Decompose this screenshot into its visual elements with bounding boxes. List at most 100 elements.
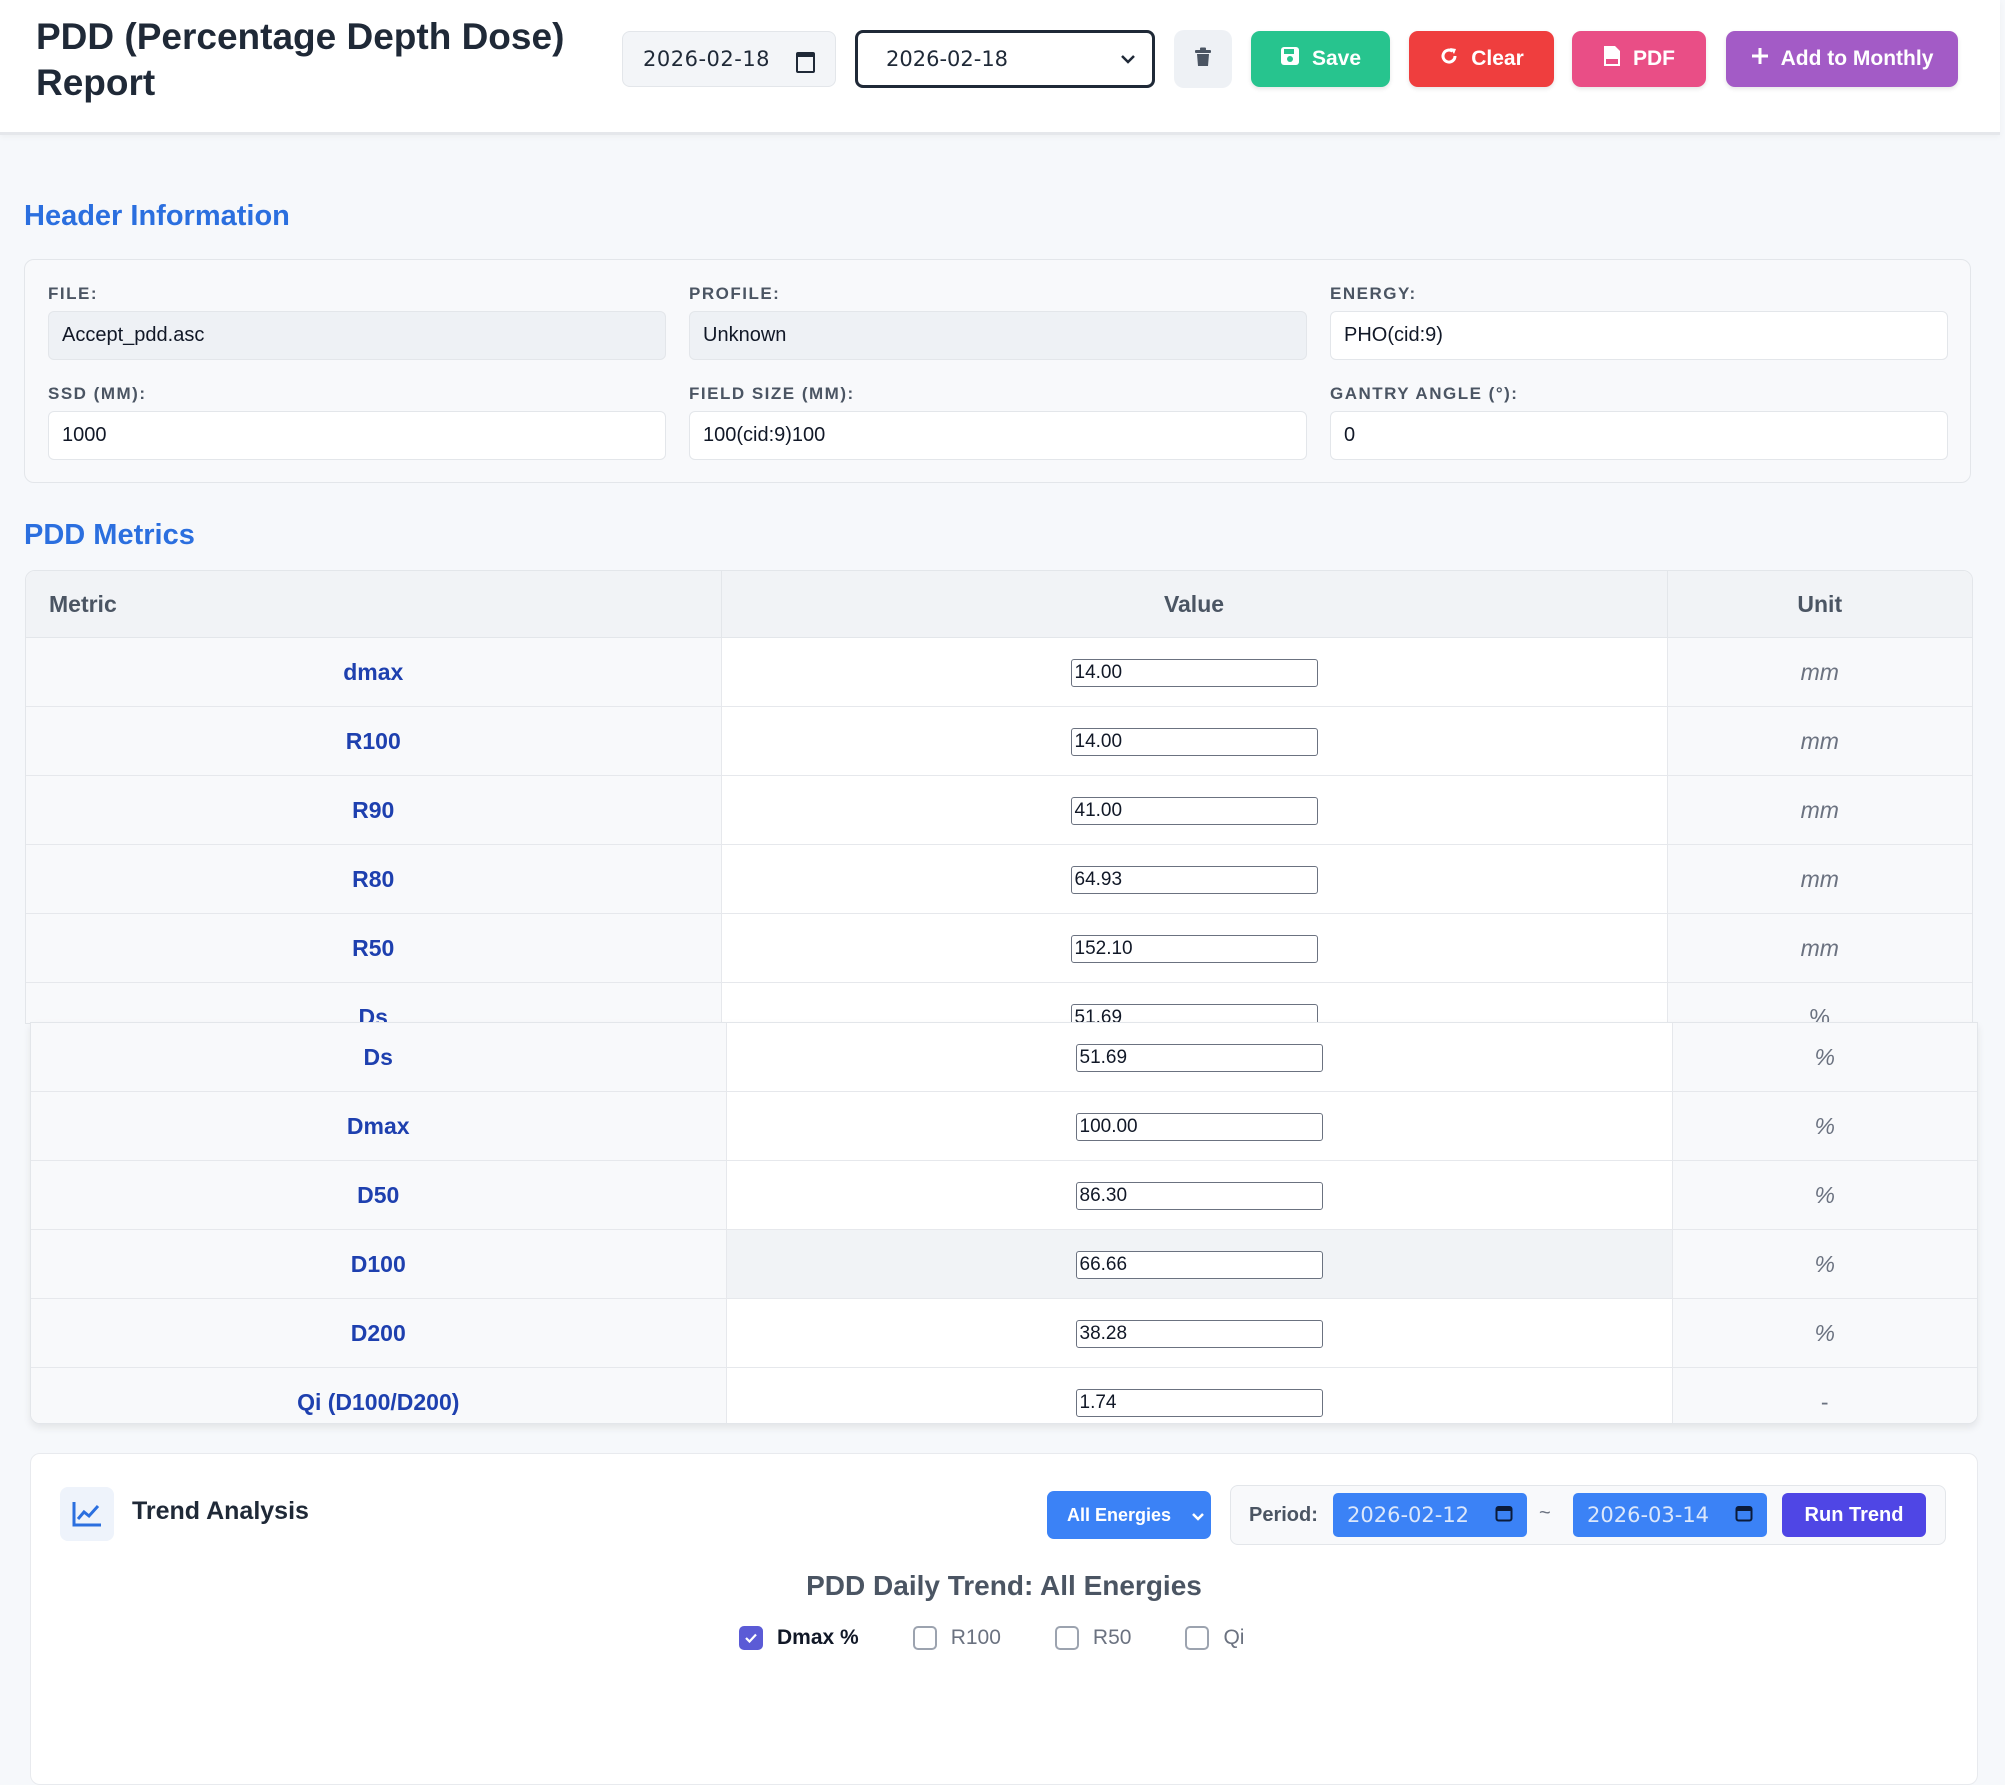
metric-unit: % — [1667, 982, 1972, 1023]
value-column-header: Value — [721, 571, 1668, 638]
toggle-dmax[interactable]: Dmax % — [739, 1626, 859, 1650]
metric-value-input[interactable]: 152.10 — [1070, 935, 1318, 963]
report-date-input[interactable]: 2026-02-18 — [622, 31, 836, 87]
add-to-monthly-button[interactable]: Add to Monthly — [1726, 31, 1958, 87]
metric-value-input[interactable]: 14.00 — [1070, 728, 1318, 756]
metrics-table: Metric Value Unit dmax 14.00 mm R100 14.… — [25, 570, 1973, 1024]
metric-value-cell: 66.66 — [726, 1229, 1673, 1299]
trend-analysis-title: Trend Analysis — [132, 1497, 309, 1525]
metric-value-input[interactable]: 41.00 — [1070, 797, 1318, 825]
header-info-title: Header Information — [24, 200, 290, 232]
delete-button[interactable] — [1174, 30, 1232, 88]
period-start-input[interactable]: 2026-02-12 — [1333, 1493, 1527, 1537]
table-row: D50 86.30 % — [31, 1160, 1977, 1230]
saved-date-select[interactable]: 2026-02-18 — [855, 30, 1155, 88]
trend-analysis-card: Trend Analysis All Energies Period: 2026… — [30, 1453, 1978, 1785]
gantry-angle-field[interactable]: 0 — [1330, 411, 1948, 460]
header-info-card: FILE: Accept_pdd.asc PROFILE: Unknown EN… — [24, 259, 1971, 483]
pdf-button[interactable]: PDF — [1572, 31, 1706, 87]
calendar-icon[interactable] — [795, 49, 815, 73]
energy-label: ENERGY: — [1330, 284, 1417, 303]
line-chart-icon — [60, 1487, 114, 1541]
table-row: Qi (D100/D200) 1.74 - — [31, 1367, 1977, 1423]
refresh-icon — [1439, 46, 1459, 72]
trash-icon — [1194, 47, 1212, 72]
metric-value-cell: 152.10 — [721, 913, 1668, 983]
metric-unit: mm — [1667, 775, 1972, 845]
chevron-down-icon — [1120, 50, 1136, 68]
metric-unit: - — [1672, 1367, 1977, 1423]
metric-value-cell: 1.74 — [726, 1367, 1673, 1423]
table-row: Ds 51.69 % — [31, 1023, 1977, 1092]
checkbox[interactable] — [1185, 1626, 1210, 1650]
toggle-qi[interactable]: Qi — [1185, 1626, 1244, 1650]
profile-label: PROFILE: — [689, 284, 781, 303]
metric-name: D200 — [31, 1298, 727, 1368]
metric-value-cell: 51.69 — [726, 1023, 1673, 1092]
period-label: Period: — [1249, 1504, 1318, 1526]
run-trend-button[interactable]: Run Trend — [1782, 1493, 1926, 1537]
metric-name: Ds — [26, 982, 722, 1023]
metric-value-input[interactable]: 100.00 — [1075, 1113, 1323, 1141]
save-button[interactable]: Save — [1251, 31, 1390, 87]
metric-value-input[interactable]: 51.69 — [1070, 1004, 1318, 1023]
unit-column-header: Unit — [1667, 571, 1972, 638]
metric-unit: % — [1672, 1023, 1977, 1092]
period-end-value: 2026-03-14 — [1587, 1503, 1710, 1527]
checkbox[interactable] — [912, 1626, 937, 1650]
metric-value-input[interactable]: 14.00 — [1070, 659, 1318, 687]
toggle-r50[interactable]: R50 — [1054, 1626, 1132, 1650]
metric-name: D50 — [31, 1160, 727, 1230]
energy-filter-select[interactable]: All Energies — [1047, 1491, 1211, 1539]
metric-value-input[interactable]: 64.93 — [1070, 866, 1318, 894]
metric-name: R80 — [26, 844, 722, 914]
saved-date-value: 2026-02-18 — [886, 47, 1009, 71]
period-range: Period: 2026-02-12 ~ 2026-03-14 Run Tren… — [1230, 1485, 1946, 1545]
field-size-field[interactable]: 100(cid:9)100 — [689, 411, 1307, 460]
energy-field[interactable]: PHO(cid:9) — [1330, 311, 1948, 360]
save-label: Save — [1311, 47, 1362, 70]
toggle-r100[interactable]: R100 — [912, 1626, 1001, 1650]
metric-value-input[interactable]: 51.69 — [1075, 1044, 1323, 1072]
metric-name: R90 — [26, 775, 722, 845]
metric-value-cell: 100.00 — [726, 1091, 1673, 1161]
chevron-down-icon — [1191, 1505, 1205, 1526]
ssd-field[interactable]: 1000 — [48, 411, 666, 460]
metric-value-input[interactable]: 86.30 — [1075, 1182, 1323, 1210]
pdd-metrics-title: PDD Metrics — [24, 519, 195, 551]
ssd-label: SSD (MM): — [48, 384, 147, 403]
report-date-value: 2026-02-18 — [643, 47, 771, 71]
calendar-icon[interactable] — [1735, 1503, 1753, 1527]
check-icon — [745, 1633, 757, 1644]
checkbox[interactable] — [1054, 1626, 1079, 1650]
series-toggles: Dmax % R100 R50 Qi — [739, 1626, 1298, 1650]
table-row: D200 38.28 % — [31, 1298, 1977, 1368]
metric-name: Qi (D100/D200) — [31, 1367, 727, 1423]
profile-field[interactable]: Unknown — [689, 311, 1307, 360]
metric-value-input[interactable]: 1.74 — [1075, 1389, 1323, 1417]
clear-label: Clear — [1471, 47, 1524, 70]
metrics-table-continued: Ds 51.69 % Dmax 100.00 % D50 86.30 % D10… — [30, 1022, 1978, 1424]
table-row: D100 66.66 % — [31, 1229, 1977, 1299]
period-end-input[interactable]: 2026-03-14 — [1573, 1493, 1767, 1537]
chart-title: PDD Daily Trend: All Energies — [806, 1570, 1202, 1601]
metric-value-input[interactable]: 38.28 — [1075, 1320, 1323, 1348]
file-field[interactable]: Accept_pdd.asc — [48, 311, 666, 360]
metric-unit: mm — [1667, 706, 1972, 776]
metric-value-cell: 41.00 — [721, 775, 1668, 845]
energy-filter-value: All Energies — [1067, 1504, 1172, 1525]
metric-value-cell: 14.00 — [721, 706, 1668, 776]
metric-value-input[interactable]: 66.66 — [1075, 1251, 1323, 1279]
metric-unit: mm — [1667, 637, 1972, 707]
add-to-monthly-label: Add to Monthly — [1780, 47, 1934, 70]
toggle-label: R50 — [1092, 1626, 1132, 1649]
gantry-angle-label: GANTRY ANGLE (°): — [1330, 384, 1519, 403]
table-row: dmax 14.00 mm — [26, 637, 1972, 707]
field-size-label: FIELD SIZE (MM): — [689, 384, 855, 403]
metric-unit: mm — [1667, 844, 1972, 914]
toggle-label: Qi — [1223, 1626, 1245, 1649]
checkbox-checked[interactable] — [739, 1626, 763, 1650]
clear-button[interactable]: Clear — [1409, 31, 1554, 87]
calendar-icon[interactable] — [1495, 1503, 1513, 1527]
metric-name: Dmax — [31, 1091, 727, 1161]
